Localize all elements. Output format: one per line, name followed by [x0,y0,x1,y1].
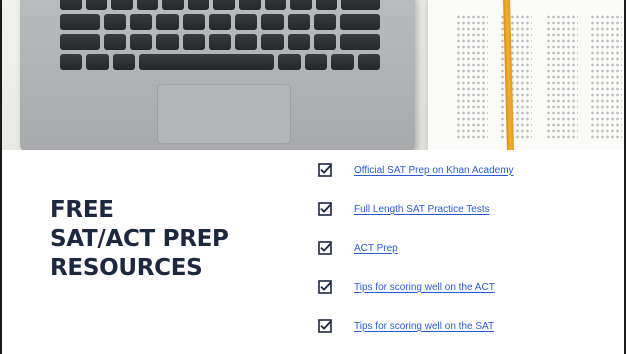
laptop-keyboard-image [20,0,415,150]
list-item: ACT Prep [318,238,514,258]
keyboard-keys [60,0,381,76]
list-item: Tips for scoring well on the ACT [318,277,514,297]
list-item: Tips for scoring well on the SAT [318,316,514,336]
resource-list: Official SAT Prep on Khan Academy Full L… [318,160,514,354]
link-act-tips[interactable]: Tips for scoring well on the ACT [354,282,495,293]
checkbox-checked-icon [318,280,332,294]
page-frame: FREE SAT/ACT PREP RESOURCES Official SAT… [0,0,626,354]
list-item: Full Length SAT Practice Tests [318,199,514,219]
link-act-prep[interactable]: ACT Prep [354,243,398,254]
checkbox-checked-icon [318,202,332,216]
checkbox-checked-icon [318,163,332,177]
trackpad [157,84,291,144]
checkbox-checked-icon [318,241,332,255]
page-title-line-1: FREE [50,197,114,223]
hero-image [2,0,624,150]
checkbox-checked-icon [318,319,332,333]
page-title: FREE SAT/ACT PREP RESOURCES [50,196,229,283]
link-sat-practice-tests[interactable]: Full Length SAT Practice Tests [354,204,490,215]
link-khan-academy-sat-prep[interactable]: Official SAT Prep on Khan Academy [354,165,514,176]
link-sat-tips[interactable]: Tips for scoring well on the SAT [354,321,494,332]
page-title-line-2: SAT/ACT PREP [50,226,229,252]
answer-sheet-image [428,0,624,150]
list-item: Official SAT Prep on Khan Academy [318,160,514,180]
page-title-line-3: RESOURCES [50,255,203,281]
